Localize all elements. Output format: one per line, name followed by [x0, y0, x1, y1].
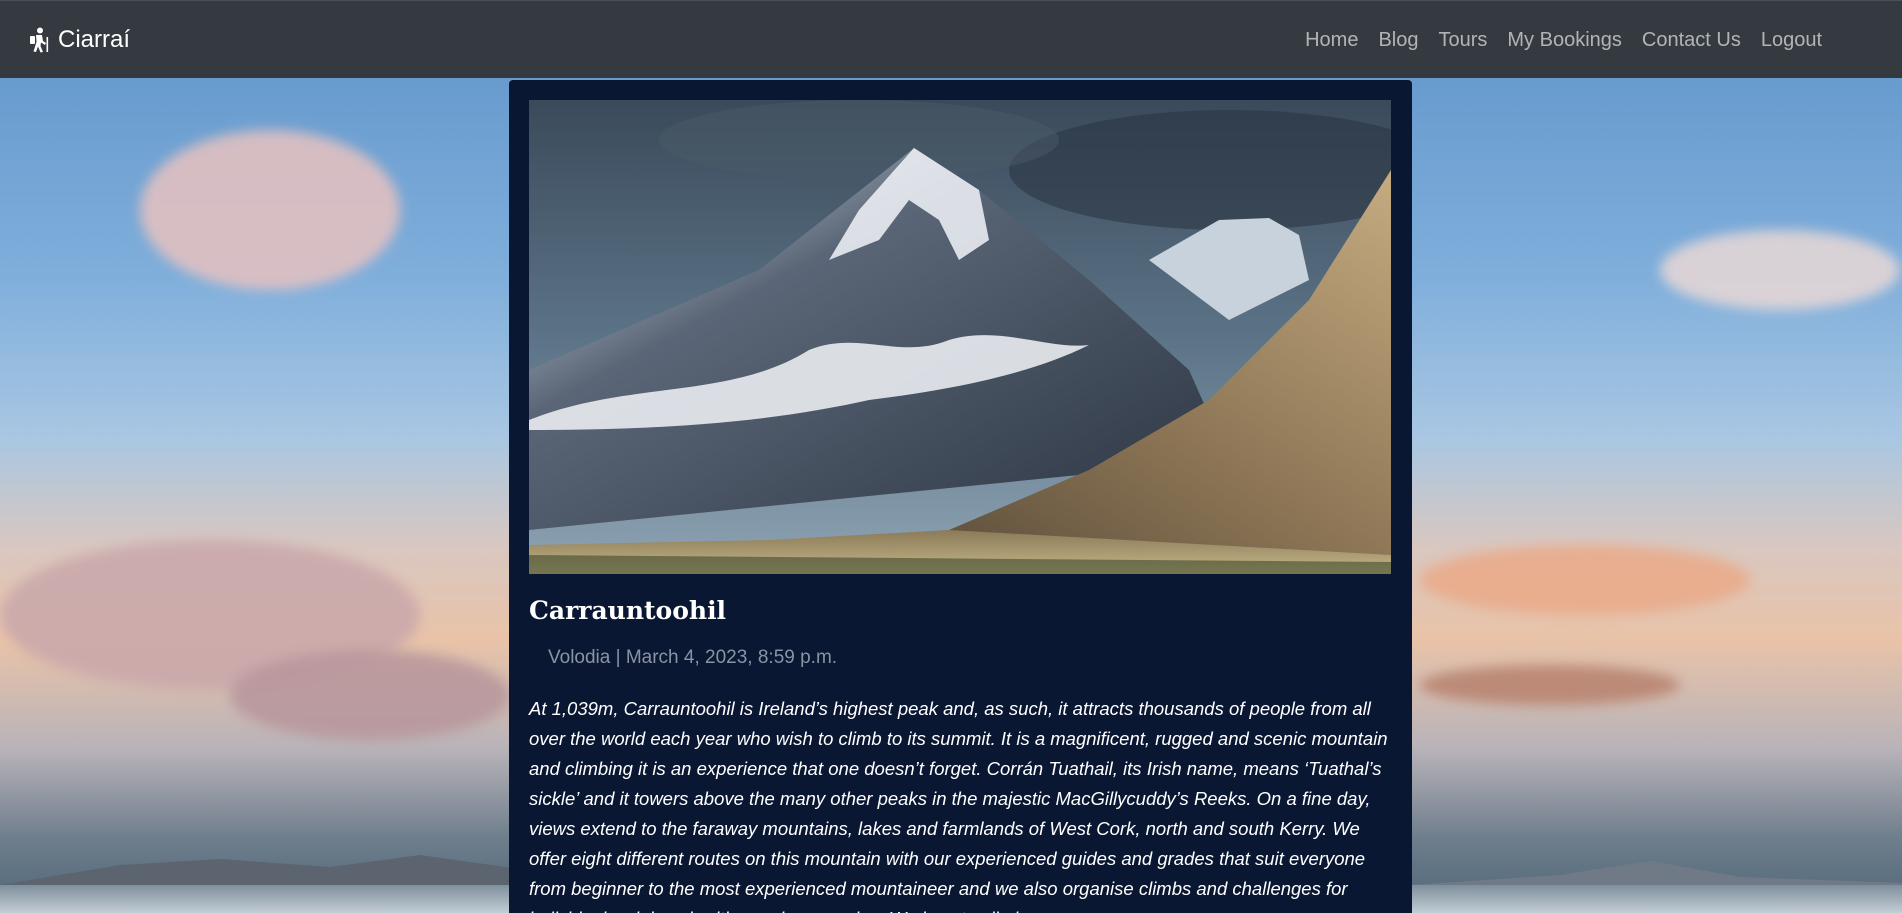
cloud: [1420, 545, 1750, 615]
brand-name: Ciarraí: [58, 25, 131, 53]
nav-contact-us[interactable]: Contact Us: [1632, 29, 1751, 51]
post-meta: Volodia | March 4, 2023, 8:59 p.m.: [548, 647, 838, 668]
top-navbar: Ciarraí Home Blog Tours My Bookings Cont…: [0, 0, 1902, 78]
brand-link[interactable]: Ciarraí: [28, 26, 130, 54]
cloud: [1420, 665, 1680, 705]
main-nav: Home Blog Tours My Bookings Contact Us L…: [1295, 1, 1832, 79]
post-hero-image: [529, 100, 1391, 574]
nav-home[interactable]: Home: [1295, 29, 1368, 51]
hiking-person-icon: [28, 27, 50, 53]
blog-post-card: Carrauntoohil Volodia | March 4, 2023, 8…: [509, 80, 1412, 913]
cloud: [230, 650, 510, 740]
cloud: [140, 130, 400, 290]
nav-logout[interactable]: Logout: [1751, 29, 1832, 51]
nav-tours[interactable]: Tours: [1428, 29, 1497, 51]
cloud: [1660, 230, 1900, 310]
post-body: At 1,039m, Carrauntoohil is Ireland’s hi…: [529, 698, 1388, 913]
post-title: Carrauntoohil: [529, 596, 727, 625]
nav-blog[interactable]: Blog: [1368, 29, 1428, 51]
nav-my-bookings[interactable]: My Bookings: [1497, 29, 1632, 51]
